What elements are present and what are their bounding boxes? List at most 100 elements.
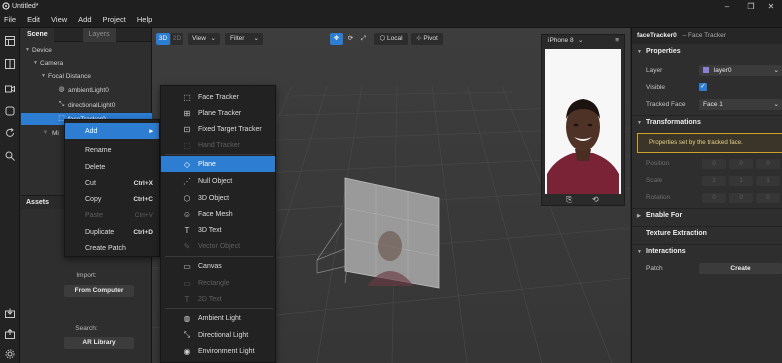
- chevron-down-icon: ⌄: [578, 37, 584, 44]
- cube-icon: ⬡: [183, 193, 191, 203]
- properties-section[interactable]: ▼ Properties: [632, 45, 782, 59]
- menu-item-environment-light[interactable]: ◉ Environment Light: [161, 343, 275, 359]
- menu-item-label: Fixed Target Tracker: [198, 125, 262, 133]
- inspector-panel: faceTracker0 – Face Tracker ▼ Properties…: [631, 28, 782, 363]
- layer-dropdown[interactable]: layer0 ⌄: [699, 65, 782, 76]
- tab-scene[interactable]: Scene: [21, 27, 54, 42]
- menu-add[interactable]: Add: [78, 15, 91, 24]
- scene-tabs: Scene Layers: [21, 27, 151, 42]
- menu-edit[interactable]: Edit: [27, 15, 40, 24]
- visible-checkbox[interactable]: ✓: [699, 83, 707, 91]
- tree-item-focal-distance[interactable]: ▼ Focal Distance: [21, 70, 152, 82]
- menu-item-ambient-light[interactable]: ◍ Ambient Light: [161, 310, 275, 326]
- transformations-section[interactable]: ▼ Transformations: [632, 115, 782, 129]
- menu-file[interactable]: File: [4, 15, 16, 24]
- menu-item-label: Rename: [85, 146, 112, 154]
- ar-library-button[interactable]: AR Library: [64, 337, 134, 349]
- pivot-button[interactable]: ⊹ Pivot: [411, 33, 443, 45]
- video-icon[interactable]: [4, 83, 16, 95]
- close-icon[interactable]: ✕: [760, 0, 782, 12]
- import-icon[interactable]: [4, 307, 16, 319]
- create-patch-button[interactable]: Create: [699, 263, 782, 274]
- menu-item-3d-object[interactable]: ⬡ 3D Object: [161, 190, 275, 206]
- tree-item-camera[interactable]: ▼ Camera: [21, 57, 152, 69]
- menu-project[interactable]: Project: [103, 15, 126, 24]
- from-computer-button[interactable]: From Computer: [64, 285, 134, 297]
- menu-item-directional-light[interactable]: ⤡ Directional Light: [161, 327, 275, 343]
- tree-item-label: Device: [32, 46, 52, 54]
- scale-tool-icon[interactable]: ⤢: [358, 33, 369, 45]
- filter-dropdown[interactable]: Filter ⌄: [225, 33, 263, 45]
- simulator-preview[interactable]: iPhone 8 ⌄ ≡ ⎘ ⟲: [541, 34, 625, 206]
- interactions-section[interactable]: ▼ Interactions: [632, 244, 782, 258]
- menu-item-rename[interactable]: Rename: [65, 142, 159, 158]
- mode-3d-button[interactable]: 3D: [156, 33, 170, 45]
- tree-item-ambient-light[interactable]: ◍ ambientLight0: [21, 84, 152, 96]
- collapse-caret-icon[interactable]: ▼: [33, 60, 40, 66]
- chevron-down-icon: ⌄: [253, 35, 259, 42]
- expand-arrow-icon: ▼: [637, 120, 642, 126]
- refresh-icon[interactable]: [4, 127, 16, 139]
- scale-z-field: 1: [756, 176, 780, 186]
- rotate-device-icon[interactable]: ⟲: [592, 195, 599, 204]
- menu-item-duplicate[interactable]: Duplicate Ctrl+D: [65, 224, 159, 240]
- menu-item-plane[interactable]: ◇ Plane: [161, 156, 275, 172]
- menu-item-plane-tracker[interactable]: ⊞ Plane Tracker: [161, 105, 275, 121]
- frame-icon[interactable]: [4, 105, 16, 117]
- menu-item-canvas[interactable]: ▭ Canvas: [161, 258, 275, 274]
- panels-icon[interactable]: [4, 58, 16, 70]
- search-icon[interactable]: [4, 150, 16, 162]
- menu-item-label: Hand Tracker: [198, 141, 241, 149]
- menu-item-add[interactable]: Add ▸: [65, 123, 159, 139]
- minimize-icon[interactable]: –: [716, 0, 738, 12]
- menu-item-face-mesh[interactable]: ☺ Face Mesh: [161, 206, 275, 222]
- menu-item-label: Rectangle: [198, 279, 230, 287]
- move-tool-icon[interactable]: ✥: [330, 33, 343, 45]
- maximize-icon[interactable]: ❐: [740, 0, 762, 12]
- collapse-caret-icon[interactable]: ▼: [41, 73, 48, 79]
- menu-item-fixed-target-tracker[interactable]: ⊡ Fixed Target Tracker: [161, 121, 275, 137]
- layout-icon[interactable]: [4, 35, 16, 47]
- menu-item-delete[interactable]: Delete: [65, 159, 159, 175]
- tree-item-directional-light[interactable]: ⤡ directionalLight0: [21, 99, 152, 111]
- menu-item-label: Ambient Light: [198, 314, 241, 322]
- menu-view[interactable]: View: [51, 15, 67, 24]
- menu-icon[interactable]: ≡: [615, 35, 619, 47]
- menu-item-create-patch[interactable]: Create Patch: [65, 240, 159, 256]
- tracked-face-dropdown[interactable]: Face 1 ⌄: [699, 99, 782, 110]
- object-type: – Face Tracker: [682, 32, 726, 39]
- menu-item-copy[interactable]: Copy Ctrl+C: [65, 191, 159, 207]
- menu-help[interactable]: Help: [137, 15, 152, 24]
- view-dropdown[interactable]: View ⌄: [188, 33, 220, 45]
- enable-for-section[interactable]: ▶ Enable For: [632, 208, 782, 222]
- export-icon[interactable]: [4, 328, 16, 340]
- rotation-x-field: 0: [702, 193, 726, 203]
- menu-item-3d-text[interactable]: T 3D Text: [161, 222, 275, 238]
- tree-item-device[interactable]: ▼ Device: [21, 44, 152, 56]
- settings-icon[interactable]: [4, 348, 16, 360]
- rotate-tool-icon[interactable]: ⟳: [345, 33, 356, 45]
- window-title: Untitled*: [12, 2, 39, 10]
- tab-layers[interactable]: Layers: [82, 27, 116, 42]
- filter-dropdown-label: Filter: [230, 35, 245, 42]
- local-button[interactable]: ⬡ Local: [374, 33, 408, 45]
- menu-item-label: Add: [85, 127, 98, 135]
- visible-label: Visible: [646, 84, 666, 91]
- menu-item-cut[interactable]: Cut Ctrl+X: [65, 175, 159, 191]
- mode-2d-button[interactable]: 2D: [171, 33, 183, 45]
- face-plane-object[interactable]: [342, 176, 472, 291]
- menu-separator: [165, 308, 273, 309]
- texture-extraction-section[interactable]: Texture Extraction: [632, 226, 782, 240]
- device-selector[interactable]: iPhone 8 ⌄ ≡: [542, 35, 624, 47]
- rotation-label: Rotation: [646, 194, 671, 201]
- text-icon: T: [184, 294, 190, 304]
- menu-item-label: Plane: [198, 160, 216, 168]
- text-icon: T: [184, 225, 190, 235]
- section-title: Properties: [646, 48, 681, 55]
- collapse-caret-icon[interactable]: ▼: [25, 47, 32, 53]
- capture-icon[interactable]: ⎘: [566, 195, 572, 205]
- menu-item-face-tracker[interactable]: ⬚ Face Tracker: [161, 89, 275, 105]
- menu-item-null-object[interactable]: ⋰ Null Object: [161, 173, 275, 189]
- menu-item-label: Delete: [85, 163, 106, 171]
- collapse-arrow-icon: ▶: [637, 213, 641, 219]
